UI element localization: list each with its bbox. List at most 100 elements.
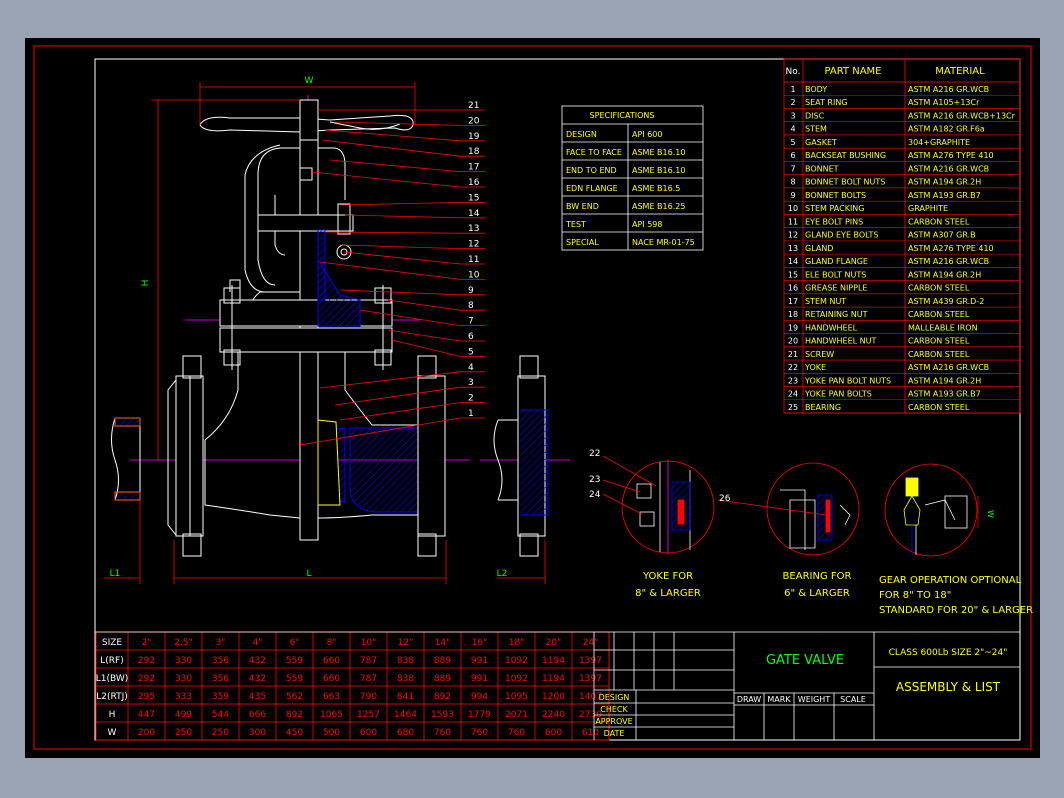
part-no: 11 xyxy=(788,217,798,226)
size-cell: 2071 xyxy=(505,710,528,720)
drawing-class: CLASS 600Lb SIZE 2"~24" xyxy=(889,648,1008,658)
size-cell: 500 xyxy=(323,728,340,738)
size-row-label: W xyxy=(108,728,117,738)
part-material: CARBON STEEL xyxy=(908,284,970,293)
parts-header-name: PART NAME xyxy=(824,66,881,77)
size-cell: 1779 xyxy=(468,710,491,720)
balloon-numbers: 212019181716151413121110987654321 xyxy=(468,101,480,419)
size-cell: 610 xyxy=(582,728,599,738)
size-header: 4" xyxy=(253,638,263,648)
spec-title: SPECIFICATIONS xyxy=(590,111,655,120)
part-no: 5 xyxy=(790,138,795,147)
part-material: ASTM A216 GR.WCB xyxy=(908,85,989,94)
gear-caption-3: STANDARD FOR 20" & LARGER xyxy=(879,605,1033,616)
balloon-17: 17 xyxy=(468,163,479,173)
part-material: ASTM A193 GR.B7 xyxy=(908,390,981,399)
part-no: 8 xyxy=(790,178,795,187)
balloon-9: 9 xyxy=(468,286,474,296)
part-material: ASTM A105+13Cr xyxy=(908,98,980,107)
balloon-6: 6 xyxy=(468,332,474,342)
size-cell: 1464 xyxy=(394,710,417,720)
part-name: YOKE PAN BOLT NUTS xyxy=(804,376,891,385)
size-table-grid xyxy=(95,631,610,741)
part-no: 22 xyxy=(788,363,798,372)
size-cell: 680 xyxy=(397,728,414,738)
size-header: 8" xyxy=(327,638,337,648)
size-cell: 1194 xyxy=(542,656,565,666)
detail-gear xyxy=(884,463,979,557)
tb-col-scale: SCALE xyxy=(840,695,866,704)
spec-key: SPECIAL xyxy=(566,238,599,247)
part-no: 3 xyxy=(790,111,795,120)
dim-h: H xyxy=(141,280,151,287)
spec-key: EDN FLANGE xyxy=(566,184,618,193)
size-cell: 359 xyxy=(212,692,229,702)
part-name: STEM xyxy=(805,125,827,134)
part-no: 13 xyxy=(788,244,798,253)
size-cell: 544 xyxy=(212,710,229,720)
spec-value: ASME B16.10 xyxy=(632,166,685,175)
balloon-12: 12 xyxy=(468,240,479,250)
part-no: 1 xyxy=(790,85,795,94)
balloon-16: 16 xyxy=(468,178,480,188)
part-material: ASTM A194 GR.2H xyxy=(908,178,981,187)
size-header: 20" xyxy=(546,638,562,648)
balloon-13: 13 xyxy=(468,224,479,234)
part-no: 14 xyxy=(788,257,798,266)
part-name: BODY xyxy=(805,85,827,94)
size-cell: 330 xyxy=(175,656,192,666)
part-material: ASTM A276 TYPE 410 xyxy=(908,151,994,160)
part-name: GASKET xyxy=(805,138,837,147)
balloon-5: 5 xyxy=(468,347,474,357)
part-no: 25 xyxy=(788,403,798,412)
gear-caption-1: GEAR OPERATION OPTIONAL xyxy=(879,575,1022,586)
size-cell: 562 xyxy=(286,692,303,702)
dim-l: L xyxy=(306,569,311,579)
spec-rows: DESIGN API 600 FACE TO FACE ASME B16.10 END … xyxy=(565,130,695,247)
bearing-caption-2: 6" & LARGER xyxy=(784,588,850,599)
size-cell: 666 xyxy=(249,710,266,720)
bearing-caption-1: BEARING FOR xyxy=(783,571,852,582)
size-header: 14" xyxy=(435,638,451,648)
part-name: GREASE NIPPLE xyxy=(805,284,867,293)
part-no: 7 xyxy=(790,164,795,173)
part-no: 21 xyxy=(788,350,798,359)
size-cell: 292 xyxy=(138,656,155,666)
size-cell: 889 xyxy=(434,674,451,684)
size-cell: 559 xyxy=(286,674,303,684)
part-name: HANDWHEEL xyxy=(805,323,858,332)
size-row-label: H xyxy=(109,710,116,720)
part-material: ASTM A216 GR.WCB+13Cr xyxy=(908,111,1016,120)
size-cell: 356 xyxy=(212,674,229,684)
balloon-7: 7 xyxy=(468,317,474,327)
size-cell: 663 xyxy=(323,692,340,702)
size-cell: 600 xyxy=(360,728,377,738)
size-cell: 991 xyxy=(471,674,488,684)
part-name: GLAND EYE BOLTS xyxy=(805,231,879,240)
drawing-type: ASSEMBLY & LIST xyxy=(896,680,1001,694)
size-cell: 250 xyxy=(212,728,229,738)
size-cell: 1397 xyxy=(579,674,602,684)
part-material: ASTM A182 GR.F6a xyxy=(908,125,985,134)
part-name: STEM PACKING xyxy=(805,204,864,213)
size-cell: 1200 xyxy=(542,692,565,702)
size-header-label: SIZE xyxy=(102,638,123,648)
balloon-1: 1 xyxy=(468,409,474,419)
part-no: 23 xyxy=(788,376,798,385)
size-header: 6" xyxy=(290,638,300,648)
part-name: YOKE PAN BOLTS xyxy=(804,390,872,399)
part-no: 9 xyxy=(790,191,795,200)
tb-col-mark: MARK xyxy=(767,695,791,704)
part-name: HANDWHEEL NUT xyxy=(805,337,877,346)
balloon-11: 11 xyxy=(468,255,479,265)
signoff-approve: APPROVE xyxy=(595,717,632,726)
balloon-2: 2 xyxy=(468,394,474,404)
size-cell: 1092 xyxy=(505,674,528,684)
size-cell: 432 xyxy=(249,674,266,684)
signoff-date: DATE xyxy=(604,729,625,738)
size-cell: 356 xyxy=(212,656,229,666)
gear-w-dim: W xyxy=(986,510,995,518)
size-row-label: L2(RTJ) xyxy=(96,692,128,702)
part-material: CARBON STEEL xyxy=(908,350,970,359)
yoke-caption-1: YOKE FOR xyxy=(642,571,693,582)
